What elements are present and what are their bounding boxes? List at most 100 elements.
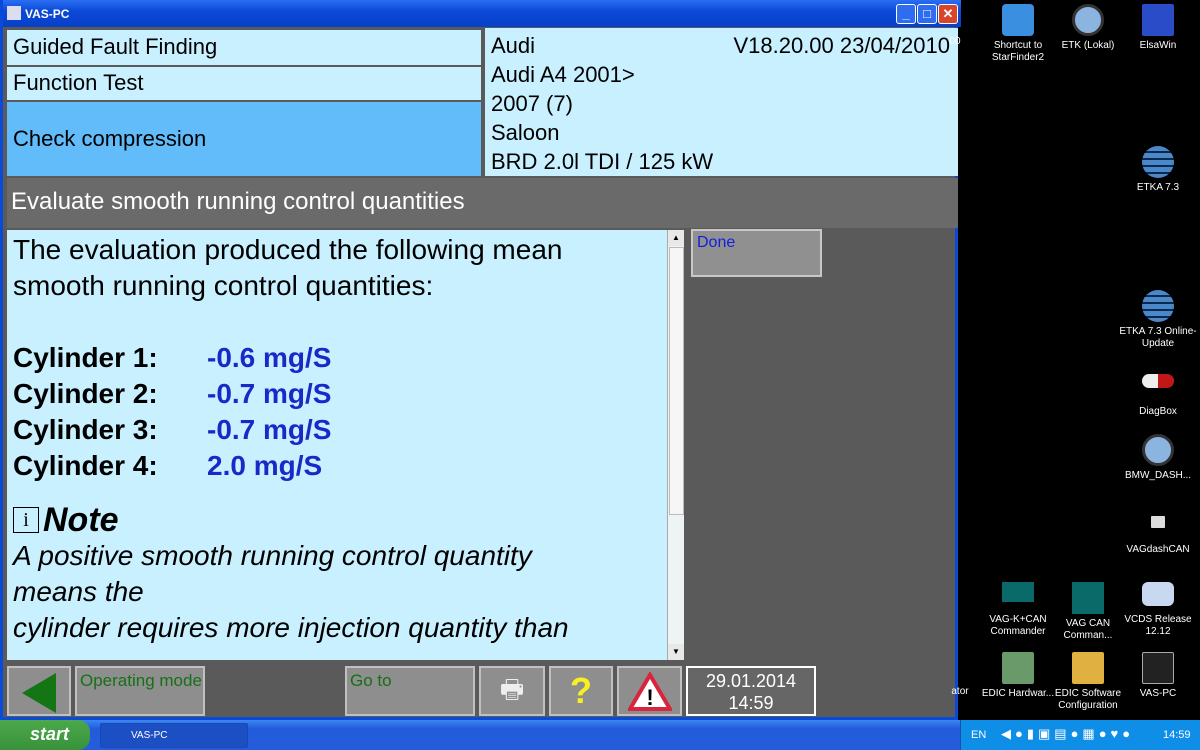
vas-icon <box>1142 652 1174 684</box>
cylinder-label: Cylinder 3: <box>13 414 158 445</box>
desktop-icon-edic-hardware[interactable]: EDIC Hardwar... <box>978 652 1058 700</box>
diagbox-icon <box>1142 374 1174 388</box>
print-button[interactable]: 🖶 <box>479 666 545 716</box>
title-bar[interactable]: VAS-PC _ □ ✕ <box>3 0 961 27</box>
desktop-icon-etk[interactable]: ETK (Lokal) <box>1048 4 1128 52</box>
vehicle-engine: BRD 2.0l TDI / 125 kW <box>491 149 714 174</box>
desktop-icon[interactable]: 00 <box>940 36 970 48</box>
vag-icon <box>1002 582 1034 602</box>
nav-guided-fault-finding[interactable]: Guided Fault Finding <box>7 30 481 65</box>
svg-text:!: ! <box>646 685 653 710</box>
intro-text: The evaluation produced the following me… <box>13 234 563 301</box>
icon-label: VAGdashCAN <box>1126 544 1190 555</box>
vehicle-year: 2007 (7) <box>491 91 573 116</box>
system-tray: EN ◀●▮▣▤●▦●♥● 14:59 <box>960 720 1200 750</box>
scroll-thumb[interactable] <box>669 247 684 515</box>
edic-software-icon <box>1072 652 1104 684</box>
shortcut-icon <box>1002 4 1034 36</box>
note-heading: i Note <box>13 502 661 538</box>
language-indicator[interactable]: EN <box>971 729 986 741</box>
cylinder-row: Cylinder 1: -0.6 mg/S <box>13 340 661 376</box>
section-title: Evaluate smooth running control quantiti… <box>7 178 958 228</box>
done-button[interactable]: Done <box>691 229 822 277</box>
help-button[interactable]: ? <box>549 666 613 716</box>
app-icon <box>7 6 21 20</box>
nav-check-compression[interactable]: Check compression <box>7 102 481 176</box>
taskbar: start VAS-PC EN ◀●▮▣▤●▦●♥● 14:59 <box>0 720 1200 750</box>
desktop-icon-diagbox[interactable]: DiagBox <box>1118 370 1198 418</box>
edic-icon <box>1002 652 1034 684</box>
window-title: VAS-PC <box>25 7 70 21</box>
icon-label: DiagBox <box>1139 406 1177 417</box>
vertical-scrollbar[interactable]: ▲ ▼ <box>667 230 684 660</box>
desktop-icon-vas-pc[interactable]: VAS-PC <box>1118 652 1198 700</box>
operating-mode-button[interactable]: Operating mode <box>75 666 205 716</box>
cylinder-label: Cylinder 1: <box>13 342 158 373</box>
scroll-up-icon[interactable]: ▲ <box>668 230 684 246</box>
cylinder-value: -0.7 mg/S <box>207 378 332 409</box>
cylinder-value: -0.7 mg/S <box>207 414 332 445</box>
cylinder-row: Cylinder 2: -0.7 mg/S <box>13 376 661 412</box>
icon-label: ETK (Lokal) <box>1061 40 1115 51</box>
taskbar-item-vas-pc[interactable]: VAS-PC <box>100 723 248 748</box>
printer-icon: 🖶 <box>499 674 525 704</box>
desktop-icon-etka-update[interactable]: ETKA 7.3 Online-Update <box>1118 290 1198 350</box>
icon-label: VAG-K+CAN Commander <box>989 614 1047 637</box>
icon-label: ETKA 7.3 Online-Update <box>1119 326 1197 349</box>
scroll-down-icon[interactable]: ▼ <box>668 644 684 660</box>
cylinder-label: Cylinder 2: <box>13 378 158 409</box>
close-button[interactable]: ✕ <box>938 4 958 24</box>
info-icon: i <box>13 507 39 533</box>
result-text: The evaluation produced the following me… <box>7 230 667 660</box>
icon-label: ETKA 7.3 <box>1136 182 1180 193</box>
date: 29.01.2014 <box>705 671 797 691</box>
etka-icon <box>1142 290 1174 322</box>
vagdash-icon <box>1151 516 1165 528</box>
bmw-icon <box>1072 4 1104 36</box>
tray-icons[interactable]: ◀●▮▣▤●▦●♥● <box>1001 726 1134 742</box>
desktop-icon-elsawin[interactable]: ElsaWin <box>1118 4 1198 52</box>
maximize-button[interactable]: □ <box>917 4 937 24</box>
icon-label: 00 <box>949 36 961 47</box>
icon-label: VAG CAN Comman... <box>1063 618 1113 641</box>
desktop-icon-vag-can[interactable]: VAG CAN Comman... <box>1048 582 1128 642</box>
icon-label: EDIC Hardwar... <box>981 688 1055 699</box>
desktop-icon-edic-software[interactable]: EDIC Software Configuration <box>1048 652 1128 712</box>
clock: 14:59 <box>1163 729 1191 741</box>
elsawin-icon <box>1142 4 1174 36</box>
cylinder-row: Cylinder 4: 2.0 mg/S <box>13 448 661 484</box>
minimize-button[interactable]: _ <box>896 4 916 24</box>
desktop-icon-bmw-dash[interactable]: BMW_DASH... <box>1118 434 1198 482</box>
cylinder-value: 2.0 mg/S <box>207 450 323 481</box>
icon-label: EDIC Software Configuration <box>1054 688 1122 711</box>
desktop-icon-vcds[interactable]: VCDS Release 12.12 <box>1118 582 1198 638</box>
warning-button[interactable]: ! <box>617 666 682 716</box>
vcds-icon <box>1142 582 1174 606</box>
time: 14:59 <box>728 693 774 713</box>
icon-label: BMW_DASH... <box>1124 470 1192 481</box>
vas-pc-window: VAS-PC _ □ ✕ Guided Fault Finding Functi… <box>0 0 961 720</box>
icon-label: Shortcut to StarFinder2 <box>991 40 1045 63</box>
cylinder-value: -0.6 mg/S <box>207 342 332 373</box>
vehicle-info: Audi V18.20.00 23/04/2010 Audi A4 2001> … <box>485 28 958 176</box>
note-text: A positive smooth running control quanti… <box>13 540 532 607</box>
back-button[interactable] <box>7 666 71 716</box>
warning-icon: ! <box>626 671 674 711</box>
etka-icon <box>1142 146 1174 178</box>
desktop-icon-vagdashcan[interactable]: VAGdashCAN <box>1118 506 1198 556</box>
vehicle-body: Saloon <box>491 120 560 145</box>
note-text: cylinder requires more injection quantit… <box>13 612 569 643</box>
start-button[interactable]: start <box>0 720 90 750</box>
vag-can-icon <box>1072 582 1104 614</box>
date-time-display: 29.01.2014 14:59 <box>686 666 816 716</box>
nav-function-test[interactable]: Function Test <box>7 67 481 100</box>
desktop-icon-vag-k-can[interactable]: VAG-K+CAN Commander <box>978 582 1058 638</box>
back-arrow-icon <box>22 673 56 713</box>
go-to-button[interactable]: Go to <box>345 666 475 716</box>
desktop-icon-starfinder[interactable]: Shortcut to StarFinder2 <box>978 4 1058 64</box>
vehicle-model: Audi A4 2001> <box>491 62 635 87</box>
desktop-icon[interactable]: ator <box>940 686 980 698</box>
desktop-icon-etka[interactable]: ETKA 7.3 <box>1118 146 1198 194</box>
software-version: V18.20.00 23/04/2010 <box>733 33 950 58</box>
icon-label: VCDS Release 12.12 <box>1124 614 1192 637</box>
